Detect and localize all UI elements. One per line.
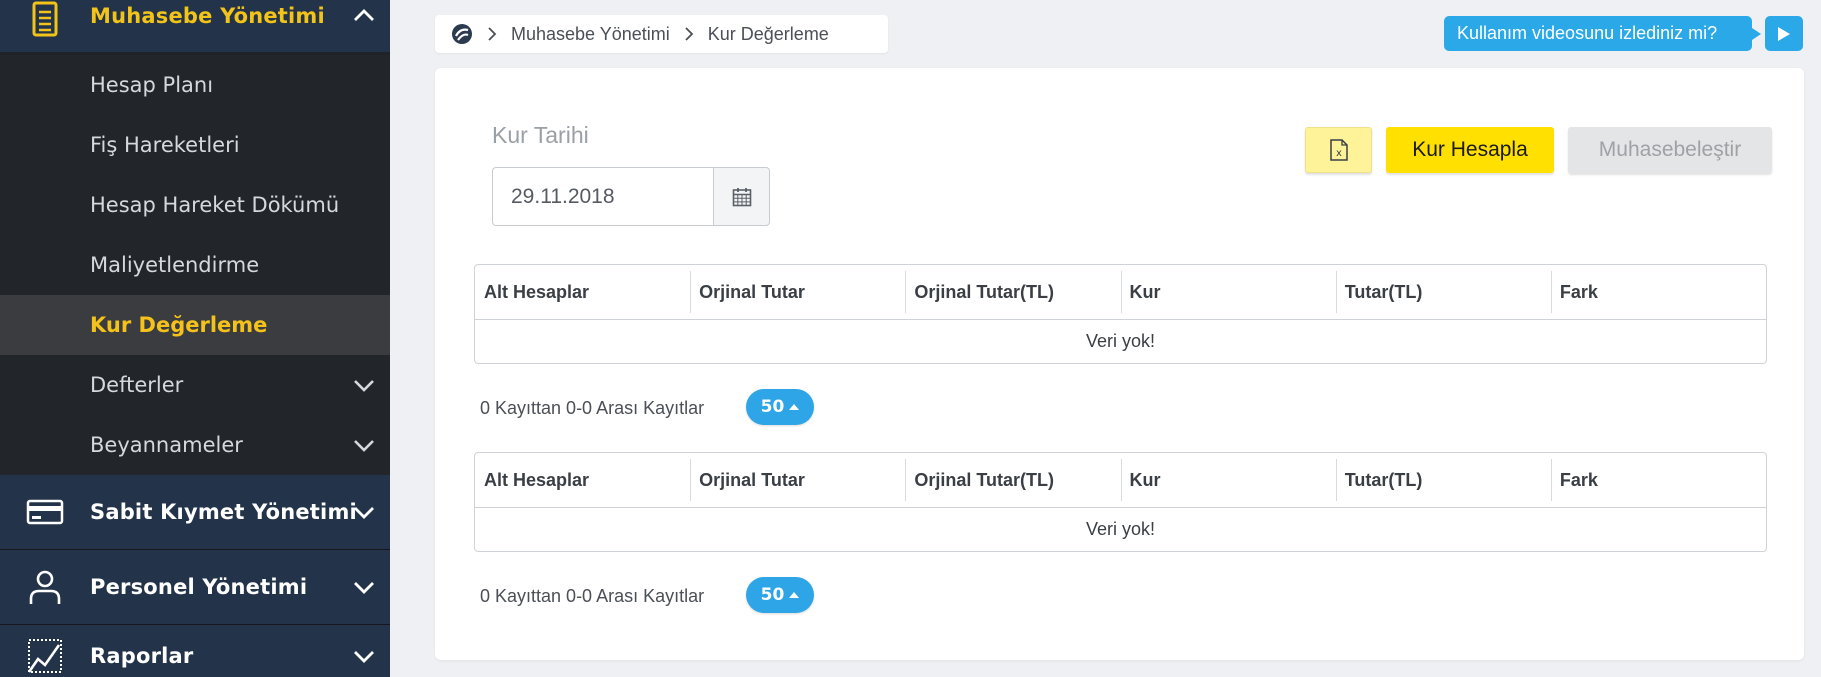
date-input[interactable]: 29.11.2018 bbox=[492, 167, 714, 226]
sidebar-item-label: Hesap Planı bbox=[90, 73, 214, 97]
breadcrumb-item-current: Kur Değerleme bbox=[707, 23, 829, 44]
sidebar-item-label: Hesap Hareket Dökümü bbox=[90, 193, 340, 217]
page-size-value: 50 bbox=[760, 585, 785, 605]
page-size-value: 50 bbox=[760, 397, 785, 417]
sidebar-item-hesap-hareket-dokumu[interactable]: Hesap Hareket Dökümü bbox=[0, 175, 390, 235]
sidebar-item-label: Defterler bbox=[90, 373, 184, 397]
video-hint-tooltip[interactable]: Kullanım videosunu izlediniz mi? bbox=[1444, 16, 1761, 51]
chevron-down-icon[interactable] bbox=[352, 373, 376, 397]
date-label: Kur Tarihi bbox=[492, 122, 589, 148]
empty-message: Veri yok! bbox=[1085, 331, 1156, 351]
sidebar-item-fixed-assets[interactable]: Sabit Kıymet Yönetimi bbox=[0, 475, 390, 549]
caret-up-icon bbox=[789, 592, 800, 598]
rate-table-2: Alt Hesaplar Orjinal Tutar Orjinal Tutar… bbox=[474, 452, 1767, 552]
sidebar-item-label: Sabit Kıymet Yönetimi bbox=[90, 500, 357, 524]
export-excel-button[interactable]: x bbox=[1305, 127, 1372, 173]
breadcrumb: Muhasebe Yönetimi Kur Değerleme bbox=[435, 15, 888, 53]
calendar-icon bbox=[732, 187, 751, 206]
table-header: Alt Hesaplar Orjinal Tutar Orjinal Tutar… bbox=[475, 453, 1766, 508]
sidebar-item-label: Muhasebe Yönetimi bbox=[90, 3, 325, 28]
svg-text:x: x bbox=[1336, 148, 1342, 159]
column-header[interactable]: Kur bbox=[1120, 453, 1336, 507]
chevron-right-icon bbox=[488, 27, 497, 41]
sidebar-item-label: Kur Değerleme bbox=[90, 313, 268, 337]
chevron-down-icon[interactable] bbox=[352, 500, 376, 524]
sidebar-item-label: Maliyetlendirme bbox=[90, 253, 260, 277]
column-header[interactable]: Fark bbox=[1550, 265, 1766, 319]
excel-file-icon: x bbox=[1329, 139, 1348, 161]
chevron-right-icon bbox=[685, 27, 694, 41]
brand-logo-icon[interactable] bbox=[451, 23, 473, 45]
chevron-down-icon[interactable] bbox=[352, 575, 376, 599]
user-icon bbox=[29, 570, 61, 604]
sidebar-item-reports[interactable]: Raporlar bbox=[0, 625, 390, 677]
clipboard-list-icon bbox=[32, 1, 58, 37]
column-header[interactable]: Orjinal Tutar bbox=[690, 453, 905, 507]
page-size-dropdown[interactable]: 50 bbox=[746, 577, 814, 613]
sidebar-item-label: Beyannameler bbox=[90, 433, 243, 457]
column-header[interactable]: Kur bbox=[1120, 265, 1336, 319]
pager-info: 0 Kayıttan 0-0 Arası Kayıtlar bbox=[480, 398, 705, 418]
sidebar-item-beyannameler[interactable]: Beyannameler bbox=[0, 415, 390, 475]
sidebar-item-label: Personel Yönetimi bbox=[90, 575, 308, 599]
sidebar-item-accounting[interactable]: Muhasebe Yönetimi bbox=[0, 0, 390, 52]
column-header[interactable]: Orjinal Tutar(TL) bbox=[905, 453, 1120, 507]
post-accounting-button[interactable]: Muhasebeleştir bbox=[1568, 127, 1772, 173]
play-video-button[interactable] bbox=[1765, 16, 1803, 51]
chart-icon bbox=[27, 639, 62, 674]
chevron-up-icon[interactable] bbox=[352, 4, 376, 28]
sidebar-item-fis-hareketleri[interactable]: Fiş Hareketleri bbox=[0, 115, 390, 175]
calendar-button[interactable] bbox=[713, 167, 770, 226]
rate-table-1: Alt Hesaplar Orjinal Tutar Orjinal Tutar… bbox=[474, 264, 1767, 364]
column-header[interactable]: Fark bbox=[1550, 453, 1766, 507]
column-header[interactable]: Orjinal Tutar(TL) bbox=[905, 265, 1120, 319]
calculate-rate-button[interactable]: Kur Hesapla bbox=[1386, 127, 1554, 173]
pager-info: 0 Kayıttan 0-0 Arası Kayıtlar bbox=[480, 586, 705, 606]
chevron-down-icon[interactable] bbox=[352, 644, 376, 668]
play-icon bbox=[1778, 26, 1790, 41]
sidebar-item-label: Fiş Hareketleri bbox=[90, 133, 240, 157]
page-size-dropdown[interactable]: 50 bbox=[746, 389, 814, 425]
sidebar: Muhasebe Yönetimi Hesap Planı Fiş Hareke… bbox=[0, 0, 390, 677]
breadcrumb-item-accounting[interactable]: Muhasebe Yönetimi bbox=[511, 24, 670, 45]
sidebar-item-personnel[interactable]: Personel Yönetimi bbox=[0, 550, 390, 624]
sidebar-item-hesap-plani[interactable]: Hesap Planı bbox=[0, 55, 390, 115]
column-header[interactable]: Tutar(TL) bbox=[1335, 265, 1551, 319]
column-header[interactable]: Orjinal Tutar bbox=[690, 265, 905, 319]
sidebar-item-kur-degerleme[interactable]: Kur Değerleme bbox=[0, 295, 390, 355]
credit-card-icon bbox=[26, 499, 64, 525]
sidebar-item-label: Raporlar bbox=[90, 644, 194, 669]
sidebar-item-defterler[interactable]: Defterler bbox=[0, 355, 390, 415]
caret-up-icon bbox=[789, 404, 800, 410]
table-header: Alt Hesaplar Orjinal Tutar Orjinal Tutar… bbox=[475, 265, 1766, 320]
video-hint-text: Kullanım videosunu izlediniz mi? bbox=[1457, 23, 1718, 43]
empty-message: Veri yok! bbox=[1085, 519, 1156, 539]
column-header[interactable]: Alt Hesaplar bbox=[475, 453, 690, 507]
sidebar-item-maliyetlendirme[interactable]: Maliyetlendirme bbox=[0, 235, 390, 295]
column-header[interactable]: Alt Hesaplar bbox=[475, 265, 690, 319]
column-header[interactable]: Tutar(TL) bbox=[1335, 453, 1551, 507]
chevron-down-icon[interactable] bbox=[352, 433, 376, 457]
date-value: 29.11.2018 bbox=[511, 184, 615, 208]
